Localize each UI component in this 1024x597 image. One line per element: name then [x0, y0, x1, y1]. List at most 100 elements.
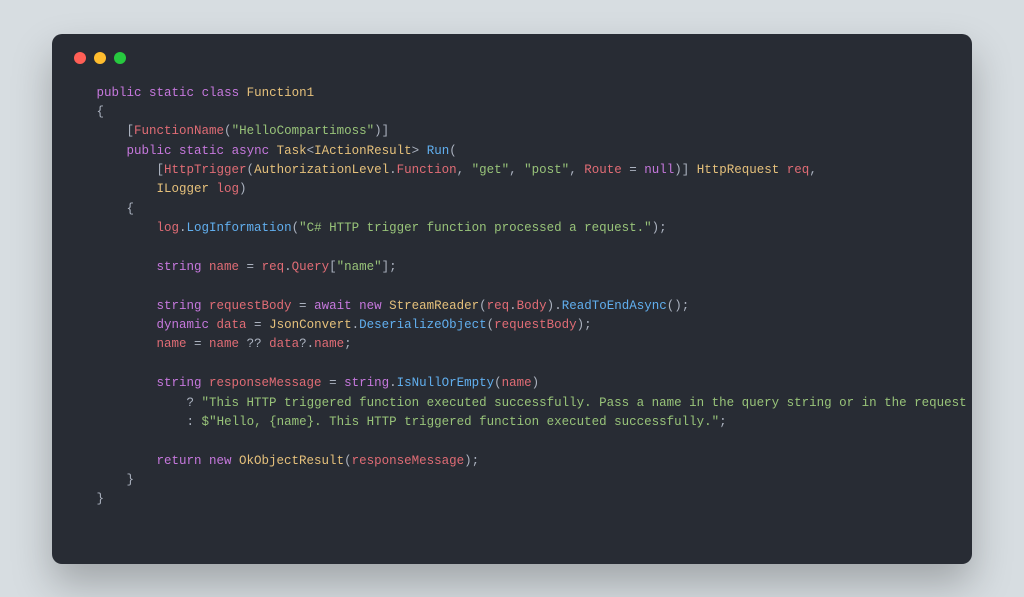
keyword: public: [127, 144, 172, 158]
punct: ;: [682, 299, 690, 313]
member: Function: [397, 163, 457, 177]
punct: ): [674, 299, 682, 313]
type: JsonConvert: [269, 318, 352, 332]
punct: ;: [659, 221, 667, 235]
minimize-icon[interactable]: [94, 52, 106, 64]
keyword: async: [232, 144, 270, 158]
type: IActionResult: [314, 144, 412, 158]
property: Body: [517, 299, 547, 313]
punct: =: [292, 299, 315, 313]
string: "post": [524, 163, 569, 177]
punct: .: [389, 376, 397, 390]
punct: =: [187, 337, 210, 351]
punct: ,: [509, 163, 524, 177]
identifier: requestBody: [494, 318, 577, 332]
method: LogInformation: [187, 221, 292, 235]
type: OkObjectResult: [239, 454, 344, 468]
punct: (: [247, 163, 255, 177]
brace: }: [127, 473, 135, 487]
punct: (: [344, 454, 352, 468]
keyword: return: [157, 454, 202, 468]
property: Query: [292, 260, 330, 274]
punct: ;: [389, 260, 397, 274]
method: Run: [427, 144, 450, 158]
class-name: Function1: [247, 86, 315, 100]
identifier: name: [157, 337, 187, 351]
punct: ]: [682, 163, 697, 177]
identifier: req: [487, 299, 510, 313]
keyword: class: [202, 86, 240, 100]
type: string: [157, 299, 202, 313]
named-arg: Route: [584, 163, 622, 177]
type: HttpRequest: [697, 163, 780, 177]
operator: :: [187, 415, 202, 429]
punct: (: [487, 318, 495, 332]
operator: ?: [187, 396, 202, 410]
brace: {: [97, 105, 105, 119]
type: string: [157, 376, 202, 390]
punct: ;: [719, 415, 727, 429]
string: "HelloCompartimoss": [232, 124, 375, 138]
punct: ,: [809, 163, 817, 177]
punct: .: [554, 299, 562, 313]
punct: (: [449, 144, 457, 158]
identifier: req: [262, 260, 285, 274]
close-icon[interactable]: [74, 52, 86, 64]
keyword: static: [149, 86, 194, 100]
punct: ;: [344, 337, 352, 351]
punct: .: [389, 163, 397, 177]
method: DeserializeObject: [359, 318, 487, 332]
operator: ?.: [299, 337, 314, 351]
param: req: [779, 163, 809, 177]
code-block: public static class Function1 { [ Functio…: [74, 84, 950, 510]
punct: ]: [382, 124, 390, 138]
type: string: [157, 260, 202, 274]
operator: ??: [239, 337, 269, 351]
punct: ): [464, 454, 472, 468]
punct: .: [179, 221, 187, 235]
attribute: HttpTrigger: [164, 163, 247, 177]
attribute: FunctionName: [134, 124, 224, 138]
punct: .: [509, 299, 517, 313]
punct: ;: [472, 454, 480, 468]
code-window: public static class Function1 { [ Functio…: [52, 34, 972, 564]
keyword: public: [97, 86, 142, 100]
identifier: requestBody: [202, 299, 292, 313]
punct: (: [479, 299, 487, 313]
punct: ): [239, 182, 247, 196]
string: "C# HTTP trigger function processed a re…: [299, 221, 652, 235]
string: "name": [337, 260, 382, 274]
identifier: name: [202, 260, 240, 274]
punct: >: [412, 144, 420, 158]
type: string: [344, 376, 389, 390]
keyword: await: [314, 299, 352, 313]
string: "This HTTP triggered function executed s…: [202, 396, 972, 410]
punct: ;: [584, 318, 592, 332]
property: name: [314, 337, 344, 351]
identifier: responseMessage: [352, 454, 465, 468]
identifier: data: [269, 337, 299, 351]
keyword: static: [179, 144, 224, 158]
type: Task: [277, 144, 307, 158]
interp: $: [202, 415, 210, 429]
brace: }: [97, 492, 105, 506]
keyword: new: [202, 454, 240, 468]
type: StreamReader: [389, 299, 479, 313]
keyword: new: [352, 299, 390, 313]
identifier: log: [157, 221, 180, 235]
identifier: name: [502, 376, 532, 390]
punct: =: [622, 163, 645, 177]
type: AuthorizationLevel: [254, 163, 389, 177]
identifier: data: [209, 318, 247, 332]
zoom-icon[interactable]: [114, 52, 126, 64]
punct: =: [322, 376, 345, 390]
punct: ,: [569, 163, 584, 177]
punct: [: [157, 163, 165, 177]
window-controls: [74, 52, 950, 64]
punct: <: [307, 144, 315, 158]
punct: ): [532, 376, 540, 390]
identifier: name: [209, 337, 239, 351]
identifier: responseMessage: [202, 376, 322, 390]
type: ILogger: [157, 182, 210, 196]
punct: [: [329, 260, 337, 274]
